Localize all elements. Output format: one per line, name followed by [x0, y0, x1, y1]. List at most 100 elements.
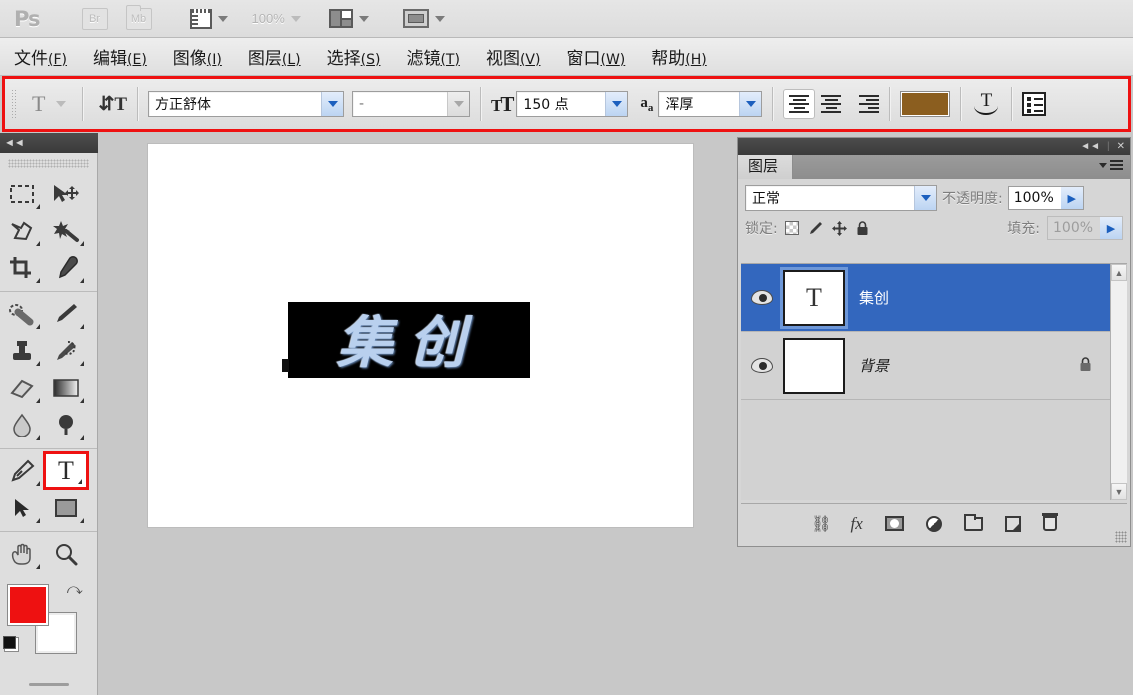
document-canvas[interactable]: 集创: [148, 144, 693, 527]
menu-item-filter[interactable]: 滤镜(T): [406, 44, 460, 69]
lock-all-icon[interactable]: [856, 221, 869, 236]
text-orientation-icon[interactable]: ⇵T: [93, 93, 127, 116]
tool-history-brush[interactable]: [44, 332, 88, 369]
tool-marquee[interactable]: [0, 175, 44, 212]
eye-icon: [751, 290, 773, 305]
menu-item-select[interactable]: 选择(S): [327, 44, 381, 69]
layer-visibility-toggle[interactable]: [741, 290, 783, 305]
tool-flyout-icon: [80, 278, 84, 283]
lock-position-icon[interactable]: [832, 221, 847, 236]
tool-pen[interactable]: [0, 452, 44, 489]
layer-name[interactable]: 集创: [859, 287, 889, 308]
fx-icon[interactable]: fx: [851, 514, 863, 534]
tool-eraser[interactable]: [0, 369, 44, 406]
menu-item-view[interactable]: 视图(V): [486, 44, 541, 69]
layer-thumbnail[interactable]: T: [783, 270, 845, 326]
menu-item-layer[interactable]: 图层(L): [248, 44, 301, 69]
menu-item-window[interactable]: 窗口(W): [566, 44, 625, 69]
opacity-label: 不透明度:: [942, 188, 1003, 208]
lock-image-pixels-icon[interactable]: [808, 221, 823, 236]
panel-menu-icon[interactable]: [1099, 160, 1123, 170]
type-tool-icon: T: [32, 91, 45, 117]
new-layer-icon[interactable]: [1005, 516, 1021, 532]
tool-clone-stamp[interactable]: [0, 332, 44, 369]
menu-bar: 文件(F) 编辑(E) 图像(I) 图层(L) 选择(S) 滤镜(T) 视图(V…: [0, 38, 1133, 76]
view-extras-control[interactable]: [170, 9, 228, 29]
align-right-button[interactable]: [847, 89, 879, 119]
lock-transparent-pixels-icon[interactable]: [785, 221, 799, 235]
tools-panel-grip[interactable]: [8, 159, 89, 168]
zoom-chevron-down-icon[interactable]: [291, 16, 301, 22]
font-size-select[interactable]: 150 点: [516, 91, 628, 117]
font-style-select[interactable]: -: [352, 91, 470, 117]
collapse-icon: ◄◄: [4, 137, 24, 149]
menu-item-image[interactable]: 图像(I): [173, 44, 222, 69]
folder-icon[interactable]: [964, 517, 983, 531]
swap-colors-icon[interactable]: ⤺: [67, 581, 83, 598]
align-left-button[interactable]: [783, 89, 815, 119]
panel-resize-handle[interactable]: [1115, 531, 1127, 543]
tool-healing-brush[interactable]: [0, 295, 44, 332]
collapse-icon[interactable]: ◄◄: [1080, 141, 1100, 152]
tool-gradient[interactable]: [44, 369, 88, 406]
link-layers-icon[interactable]: ⛓: [811, 514, 828, 534]
tab-layers[interactable]: 图层: [738, 155, 793, 179]
default-colors-icon[interactable]: [4, 637, 19, 652]
chevron-down-icon: [218, 16, 228, 22]
tool-group-vector: T: [0, 449, 97, 532]
close-icon[interactable]: ✕: [1117, 141, 1125, 152]
layer-thumbnail[interactable]: [783, 338, 845, 394]
options-bar-grip[interactable]: [11, 89, 18, 119]
character-paragraph-panel-icon[interactable]: [1022, 92, 1046, 116]
tools-panel-header[interactable]: ◄◄: [0, 133, 98, 153]
tool-blur[interactable]: [0, 406, 44, 443]
tool-dodge[interactable]: [44, 406, 88, 443]
layer-list-scrollbar[interactable]: ▲ ▼: [1110, 264, 1127, 500]
tool-brush[interactable]: [44, 295, 88, 332]
tool-magic-wand[interactable]: [44, 212, 88, 249]
font-size-icon: TT: [491, 92, 512, 117]
menu-label: 窗口: [566, 49, 600, 69]
mini-bridge-icon[interactable]: Mb: [126, 8, 152, 30]
trash-icon[interactable]: [1043, 516, 1057, 531]
layer-visibility-toggle[interactable]: [741, 358, 783, 373]
scroll-up-icon[interactable]: ▲: [1111, 264, 1127, 281]
menu-item-file[interactable]: 文件(F): [14, 44, 67, 69]
opacity-stepper-icon[interactable]: ▶: [1061, 187, 1083, 209]
menu-accelerator: W: [606, 52, 620, 68]
tool-move[interactable]: [44, 175, 88, 212]
arrange-documents-control[interactable]: [301, 9, 369, 28]
menu-item-edit[interactable]: 编辑(E): [93, 44, 147, 69]
screen-mode-control[interactable]: [377, 9, 445, 28]
blend-mode-select[interactable]: 正常: [745, 185, 937, 211]
mask-icon[interactable]: [885, 516, 904, 531]
tool-flyout-icon: [36, 241, 40, 246]
align-center-button[interactable]: [815, 89, 847, 119]
text-color-swatch[interactable]: [900, 91, 950, 117]
anti-alias-select[interactable]: 浑厚: [658, 91, 762, 117]
current-tool-preset[interactable]: T: [26, 91, 72, 117]
layer-name[interactable]: 背景: [859, 355, 889, 376]
warp-text-icon[interactable]: T: [971, 90, 1001, 118]
table-row[interactable]: T 集创: [741, 264, 1110, 332]
table-row[interactable]: 背景: [741, 332, 1110, 400]
adjustment-icon[interactable]: [926, 516, 942, 532]
tool-hand[interactable]: [0, 535, 44, 572]
tool-type[interactable]: T: [46, 454, 86, 487]
opacity-field[interactable]: 100% ▶: [1008, 186, 1084, 210]
fill-stepper-icon[interactable]: ▶: [1100, 217, 1122, 239]
foreground-color-swatch[interactable]: [8, 585, 48, 625]
scroll-down-icon[interactable]: ▼: [1111, 483, 1127, 500]
tool-rectangle[interactable]: [44, 489, 88, 526]
bridge-icon[interactable]: Br: [82, 8, 108, 30]
tool-eyedropper[interactable]: [44, 249, 88, 286]
tool-crop[interactable]: [0, 249, 44, 286]
tool-lasso[interactable]: [0, 212, 44, 249]
chevron-down-icon: [321, 92, 343, 116]
font-family-select[interactable]: 方正舒体: [148, 91, 344, 117]
tool-path-selection[interactable]: [0, 489, 44, 526]
menu-item-help[interactable]: 帮助(H): [651, 44, 706, 69]
fill-field[interactable]: 100% ▶: [1047, 216, 1123, 240]
tool-zoom[interactable]: [44, 535, 88, 572]
text-caret-icon: [282, 359, 289, 372]
